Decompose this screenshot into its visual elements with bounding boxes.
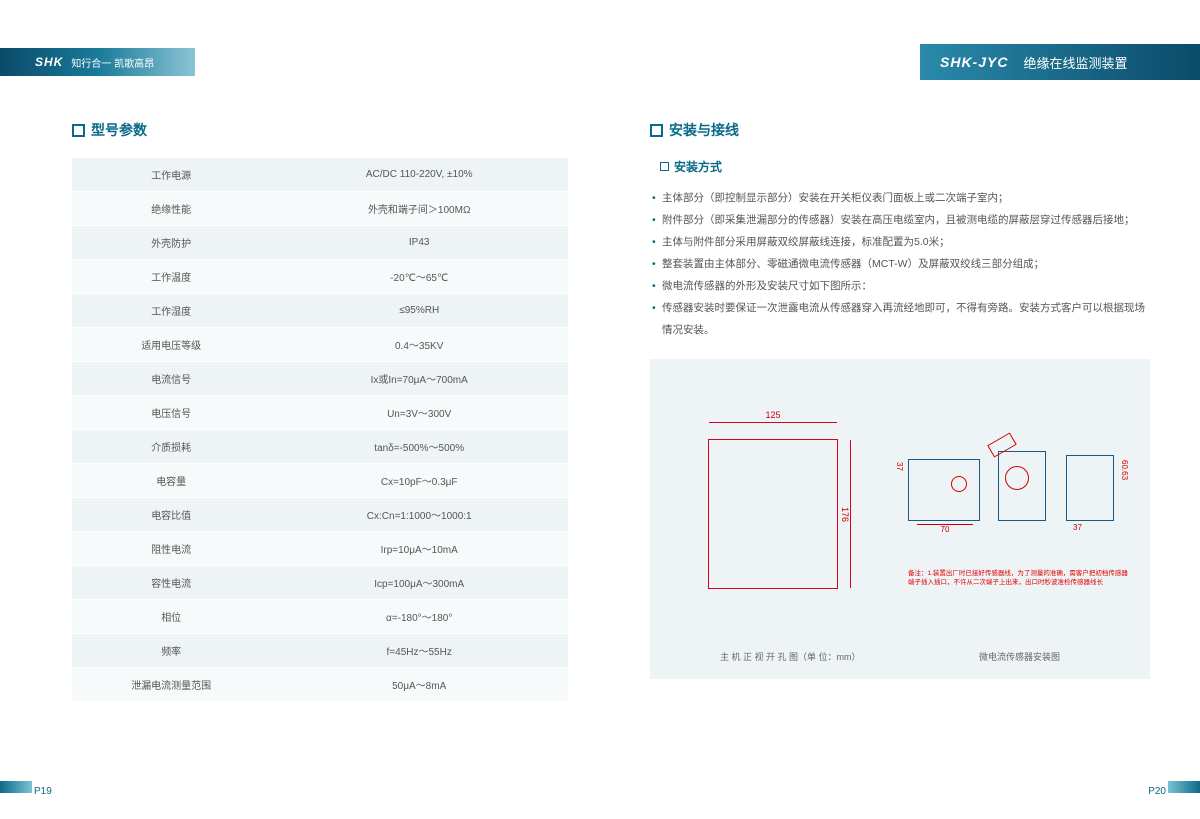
table-row: 电流信号Ix或In=70μA～700mA bbox=[72, 362, 568, 396]
spec-key: 绝缘性能 bbox=[72, 192, 270, 226]
spec-value: α=-180°～180° bbox=[270, 600, 568, 634]
table-row: 工作温度-20℃～65℃ bbox=[72, 260, 568, 294]
footer-decor-left bbox=[0, 781, 32, 793]
spec-key: 工作电源 bbox=[72, 158, 270, 192]
diagram-note: 备注：1.装置出厂时已接好传感器线，为了测量的准确，需客户把初档传感器端子插入插… bbox=[908, 569, 1128, 587]
spec-value: ≤95%RH bbox=[270, 294, 568, 328]
diagram-box: 125 176 70 37 60.63 37 备注：1.装置出厂时已接好传感器线… bbox=[650, 359, 1150, 679]
spec-value: Cx=10pF～0.3μF bbox=[270, 464, 568, 498]
table-row: 绝缘性能外壳和端子间＞100MΩ bbox=[72, 192, 568, 226]
table-row: 容性电流Icp=100μA～300mA bbox=[72, 566, 568, 600]
spec-value: Cx:Cn=1:1000～1000:1 bbox=[270, 498, 568, 532]
table-row: 电容比值Cx:Cn=1:1000～1000:1 bbox=[72, 498, 568, 532]
sub-title-method: 安装方式 bbox=[660, 158, 1150, 175]
diagram-sensor-front: 70 37 bbox=[908, 459, 980, 521]
page-right: SHK-JYC 绝缘在线监测装置 安装与接线 安装方式 主体部分（即控制显示部分… bbox=[600, 0, 1200, 819]
list-item: 传感器安装时要保证一次泄露电流从传感器穿入再流经地即可，不得有旁路。安装方式客户… bbox=[650, 297, 1150, 341]
table-row: 泄漏电流测量范围50μA～8mA bbox=[72, 668, 568, 702]
table-row: 外壳防护IP43 bbox=[72, 226, 568, 260]
spec-value: AC/DC 110-220V, ±10% bbox=[270, 158, 568, 192]
footer-decor-right bbox=[1168, 781, 1200, 793]
diagram-sensor-mid bbox=[998, 451, 1046, 521]
spec-key: 频率 bbox=[72, 634, 270, 668]
spec-value: 0.4～35KV bbox=[270, 328, 568, 362]
table-row: 电容量Cx=10pF～0.3μF bbox=[72, 464, 568, 498]
spec-key: 适用电压等级 bbox=[72, 328, 270, 362]
diagram-caption-right: 微电流传感器安装图 bbox=[979, 650, 1060, 663]
spec-value: tanδ=-500%～500% bbox=[270, 430, 568, 464]
spec-value: 外壳和端子间＞100MΩ bbox=[270, 192, 568, 226]
page-number-left: P19 bbox=[34, 786, 52, 797]
dim-host-width: 125 bbox=[709, 422, 837, 433]
diagram-sensor-side: 60.63 37 bbox=[1066, 455, 1114, 521]
dim-sensor-b: 37 bbox=[1073, 523, 1082, 532]
spec-value: -20℃～65℃ bbox=[270, 260, 568, 294]
brand-logo: SHK bbox=[35, 55, 63, 69]
spec-value: Un=3V～300V bbox=[270, 396, 568, 430]
product-title: 绝缘在线监测装置 bbox=[1023, 53, 1127, 72]
brand-tagline: 知行合一 凯歌高昂 bbox=[71, 55, 154, 70]
page-number-right: P20 bbox=[1148, 786, 1166, 797]
dim-host-height: 176 bbox=[840, 440, 851, 588]
spec-key: 容性电流 bbox=[72, 566, 270, 600]
spec-table: 工作电源AC/DC 110-220V, ±10%绝缘性能外壳和端子间＞100MΩ… bbox=[72, 158, 568, 702]
table-row: 介质损耗tanδ=-500%～500% bbox=[72, 430, 568, 464]
page-spread: SHK 知行合一 凯歌高昂 型号参数 工作电源AC/DC 110-220V, ±… bbox=[0, 0, 1200, 819]
table-row: 电压信号Un=3V～300V bbox=[72, 396, 568, 430]
table-row: 工作湿度≤95%RH bbox=[72, 294, 568, 328]
list-item: 附件部分（即采集泄漏部分的传感器）安装在高压电缆室内，且被测电缆的屏蔽层穿过传感… bbox=[650, 209, 1150, 231]
spec-value: Ix或In=70μA～700mA bbox=[270, 362, 568, 396]
spec-value: IP43 bbox=[270, 226, 568, 260]
table-row: 工作电源AC/DC 110-220V, ±10% bbox=[72, 158, 568, 192]
product-code: SHK-JYC bbox=[940, 54, 1008, 70]
section-title-specs: 型号参数 bbox=[72, 120, 568, 140]
left-content: 型号参数 工作电源AC/DC 110-220V, ±10%绝缘性能外壳和端子间＞… bbox=[72, 120, 568, 702]
table-row: 频率f=45Hz～55Hz bbox=[72, 634, 568, 668]
spec-key: 泄漏电流测量范围 bbox=[72, 668, 270, 702]
install-bullets: 主体部分（即控制显示部分）安装在开关柜仪表门面板上或二次端子室内；附件部分（即采… bbox=[650, 187, 1150, 341]
diagram-host-outline: 125 176 bbox=[708, 439, 838, 589]
table-row: 相位α=-180°～180° bbox=[72, 600, 568, 634]
spec-value: 50μA～8mA bbox=[270, 668, 568, 702]
spec-key: 电压信号 bbox=[72, 396, 270, 430]
list-item: 整套装置由主体部分、零磁通微电流传感器（MCT-W）及屏蔽双绞线三部分组成； bbox=[650, 253, 1150, 275]
diagram-caption-left: 主 机 正 视 开 孔 图（单 位：mm） bbox=[720, 650, 861, 663]
list-item: 微电流传感器的外形及安装尺寸如下图所示： bbox=[650, 275, 1150, 297]
spec-key: 相位 bbox=[72, 600, 270, 634]
right-content: 安装与接线 安装方式 主体部分（即控制显示部分）安装在开关柜仪表门面板上或二次端… bbox=[650, 120, 1150, 679]
spec-key: 工作温度 bbox=[72, 260, 270, 294]
header-banner-left: SHK 知行合一 凯歌高昂 bbox=[0, 48, 195, 76]
spec-key: 外壳防护 bbox=[72, 226, 270, 260]
spec-key: 介质损耗 bbox=[72, 430, 270, 464]
spec-key: 工作湿度 bbox=[72, 294, 270, 328]
dim-sensor-h1: 37 bbox=[895, 462, 904, 471]
spec-key: 电容量 bbox=[72, 464, 270, 498]
spec-key: 电流信号 bbox=[72, 362, 270, 396]
spec-key: 阻性电流 bbox=[72, 532, 270, 566]
spec-value: f=45Hz～55Hz bbox=[270, 634, 568, 668]
section-title-install: 安装与接线 bbox=[650, 120, 1150, 140]
page-left: SHK 知行合一 凯歌高昂 型号参数 工作电源AC/DC 110-220V, ±… bbox=[0, 0, 600, 819]
table-row: 适用电压等级0.4～35KV bbox=[72, 328, 568, 362]
list-item: 主体与附件部分采用屏蔽双绞屏蔽线连接，标准配置为5.0米； bbox=[650, 231, 1150, 253]
table-row: 阻性电流Irp=10μA～10mA bbox=[72, 532, 568, 566]
dim-sensor-h2: 60.63 bbox=[1120, 460, 1129, 480]
list-item: 主体部分（即控制显示部分）安装在开关柜仪表门面板上或二次端子室内； bbox=[650, 187, 1150, 209]
spec-value: Icp=100μA～300mA bbox=[270, 566, 568, 600]
spec-key: 电容比值 bbox=[72, 498, 270, 532]
header-banner-right: SHK-JYC 绝缘在线监测装置 bbox=[920, 44, 1200, 80]
spec-value: Irp=10μA～10mA bbox=[270, 532, 568, 566]
dim-sensor-width: 70 bbox=[917, 524, 973, 534]
